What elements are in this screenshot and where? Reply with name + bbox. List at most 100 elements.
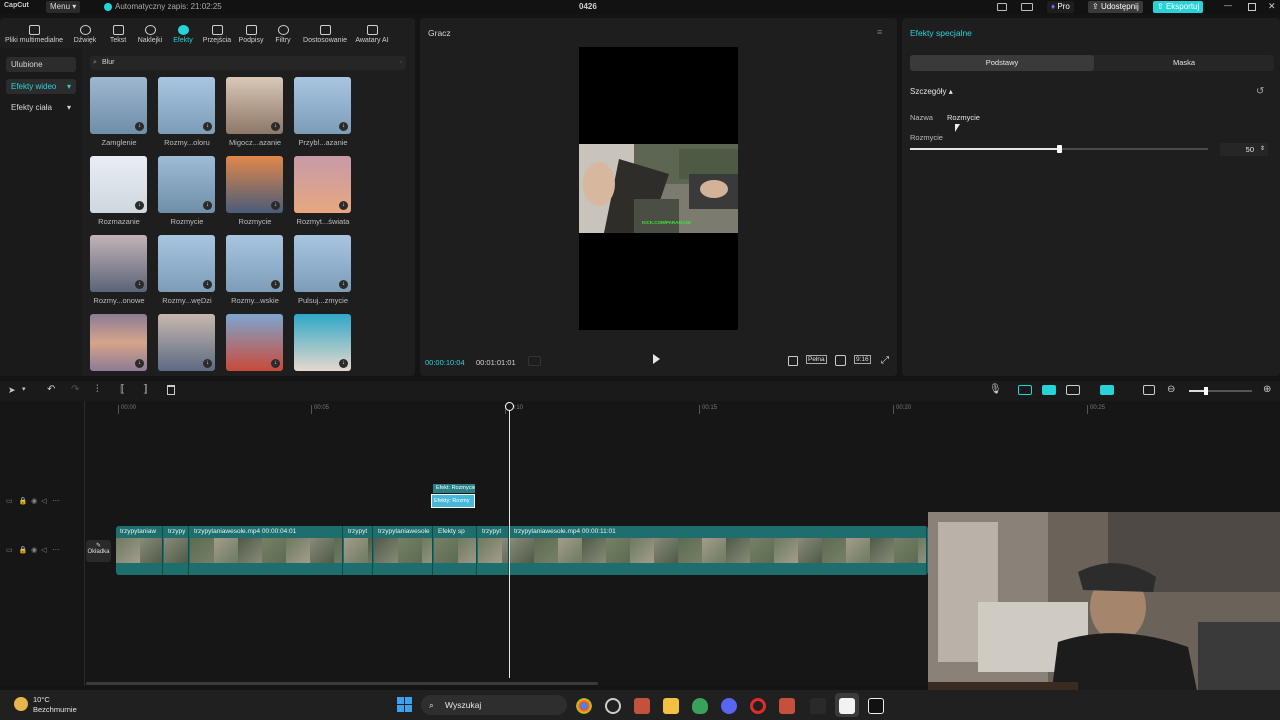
effect-thumbnail[interactable]: ↓ xyxy=(226,235,283,292)
effect-thumbnail[interactable]: ↓ xyxy=(294,235,351,292)
download-icon[interactable]: ↓ xyxy=(339,122,348,131)
minimize-icon[interactable]: — xyxy=(1224,1,1232,10)
fullscreen-icon[interactable]: ⤢ xyxy=(881,355,889,366)
crop-icon[interactable] xyxy=(788,356,798,366)
close-icon[interactable]: ✕ xyxy=(1268,1,1276,12)
discord-icon[interactable] xyxy=(721,698,737,714)
video-clip[interactable]: trzypytaniaw xyxy=(116,526,163,575)
download-icon[interactable]: ↓ xyxy=(135,122,144,131)
timeline-scrollbar[interactable] xyxy=(86,682,598,685)
cover-button[interactable]: ✎ Okładka xyxy=(86,540,111,562)
opera-icon[interactable] xyxy=(750,698,766,714)
tool-stickers[interactable]: Naklejki xyxy=(135,18,165,48)
download-icon[interactable]: ↓ xyxy=(271,122,280,131)
blur-slider[interactable] xyxy=(910,145,1208,153)
caption-icon[interactable] xyxy=(1143,385,1155,395)
effect-thumbnail[interactable]: ↓ xyxy=(226,156,283,213)
download-icon[interactable]: ↓ xyxy=(339,359,348,368)
effect-thumbnail[interactable]: ↓ xyxy=(294,314,351,371)
download-icon[interactable]: ↓ xyxy=(203,201,212,210)
download-icon[interactable]: ↓ xyxy=(135,201,144,210)
play-icon[interactable] xyxy=(653,354,660,364)
video-clip[interactable]: trzypy xyxy=(164,526,189,575)
download-icon[interactable]: ↓ xyxy=(271,280,280,289)
app-icon[interactable] xyxy=(810,698,826,714)
tool-text[interactable]: Tekst xyxy=(106,18,130,48)
slider-handle[interactable] xyxy=(1057,145,1062,153)
download-icon[interactable]: ↓ xyxy=(135,359,144,368)
effect-thumbnail[interactable]: ↓ xyxy=(90,235,147,292)
magnet-icon[interactable] xyxy=(1018,385,1032,395)
stepper-icon[interactable]: ⇕ xyxy=(1260,143,1265,156)
photos-icon[interactable] xyxy=(634,698,650,714)
preview-axis-icon[interactable] xyxy=(1066,385,1080,395)
effect-thumbnail[interactable]: ↓ xyxy=(158,314,215,371)
capcut-alt-icon[interactable] xyxy=(868,698,884,714)
menu-button[interactable]: Menu ▾ xyxy=(46,1,81,13)
tool-captions[interactable]: Podpisy xyxy=(237,18,265,48)
download-icon[interactable]: ↓ xyxy=(135,280,144,289)
video-preview[interactable]: KICK.COM/PARAMAZE xyxy=(579,47,738,330)
taskbar-search[interactable]: ⌕ Wyszukaj xyxy=(421,695,567,715)
quality-button[interactable]: Pełna xyxy=(806,355,827,364)
effect-thumbnail[interactable]: ↓ xyxy=(90,156,147,213)
security-icon[interactable] xyxy=(692,698,708,714)
chevron-down-icon[interactable]: ▾ xyxy=(22,385,26,393)
time-ruler[interactable]: 00:00 00:05 00:10 00:15 00:20 00:25 xyxy=(0,401,1280,415)
more-icon[interactable]: ⋯ xyxy=(52,498,59,505)
shortcuts-icon[interactable] xyxy=(1021,3,1033,11)
snap-icon[interactable] xyxy=(1100,385,1114,395)
video-clip[interactable]: Efekty sp xyxy=(434,526,477,575)
reset-icon[interactable]: ↺ xyxy=(1256,86,1264,97)
video-clip[interactable]: trzypyt xyxy=(478,526,509,575)
video-clip[interactable]: trzypytaniawesole xyxy=(374,526,433,575)
more-icon[interactable]: ⋯ xyxy=(52,547,59,554)
lock-icon[interactable]: 🔒 xyxy=(18,547,27,554)
playhead-handle[interactable] xyxy=(505,402,514,411)
timecode-format-icon[interactable] xyxy=(528,356,541,366)
effect-clip[interactable]: Efekt: Rozmycie Efekty: Rozmy xyxy=(431,484,475,510)
menu-icon[interactable]: ≡ xyxy=(877,27,882,37)
effect-thumbnail[interactable]: ↓ xyxy=(294,156,351,213)
file-explorer-icon[interactable] xyxy=(663,698,679,714)
pro-button[interactable]: ♦ Pro xyxy=(1047,1,1074,13)
export-button[interactable]: ⇧ Eksportuj xyxy=(1153,1,1204,13)
zoom-handle[interactable] xyxy=(1204,387,1208,395)
tool-ai-avatars[interactable]: Awatary AI xyxy=(352,18,392,48)
eye-icon[interactable]: ◉ xyxy=(31,498,37,505)
layout-icon[interactable] xyxy=(997,3,1007,11)
playhead[interactable] xyxy=(509,403,510,678)
lock-icon[interactable]: 🔒 xyxy=(18,498,27,505)
download-icon[interactable]: ↓ xyxy=(339,201,348,210)
effect-thumbnail[interactable]: ↓ xyxy=(158,77,215,134)
redo-icon[interactable]: ↷ xyxy=(71,384,79,395)
windows-start-icon[interactable] xyxy=(397,697,412,712)
audio-icon[interactable]: ◁ xyxy=(41,498,46,505)
tab-mask[interactable]: Maska xyxy=(1094,55,1274,71)
capcut-taskbar-icon[interactable] xyxy=(839,698,855,714)
zoom-slider[interactable] xyxy=(1189,387,1252,395)
delete-icon[interactable] xyxy=(167,385,175,395)
video-clip[interactable]: trzypyt xyxy=(344,526,373,575)
photo-app-icon[interactable] xyxy=(779,698,795,714)
tab-basic[interactable]: Podstawy xyxy=(910,55,1094,71)
details-section-toggle[interactable]: Szczegóły ▴ xyxy=(910,87,953,96)
microphone-icon[interactable]: 🎙 xyxy=(989,384,1002,395)
tool-adjust[interactable]: Dostosowanie xyxy=(300,18,350,48)
share-button[interactable]: ⇪ Udostępnij xyxy=(1088,1,1143,13)
download-icon[interactable]: ↓ xyxy=(203,280,212,289)
tool-filters[interactable]: Filtry xyxy=(270,18,296,48)
weather-icon[interactable] xyxy=(14,697,28,711)
zoom-out-icon[interactable]: ⊖ xyxy=(1167,384,1175,395)
tool-effects[interactable]: Efekty xyxy=(170,18,196,48)
chrome-icon[interactable] xyxy=(576,698,592,714)
effect-thumbnail[interactable]: ↓ xyxy=(294,77,351,134)
undo-icon[interactable]: ↶ xyxy=(47,384,55,395)
effect-thumbnail[interactable]: ↓ xyxy=(158,156,215,213)
zoom-in-icon[interactable]: ⊕ xyxy=(1263,384,1271,395)
download-icon[interactable]: ↓ xyxy=(339,280,348,289)
settings-app-icon[interactable] xyxy=(605,698,621,714)
effect-thumbnail[interactable]: ↓ xyxy=(90,77,147,134)
tool-media[interactable]: Pliki multimedialne xyxy=(4,18,64,48)
download-icon[interactable]: ↓ xyxy=(271,201,280,210)
